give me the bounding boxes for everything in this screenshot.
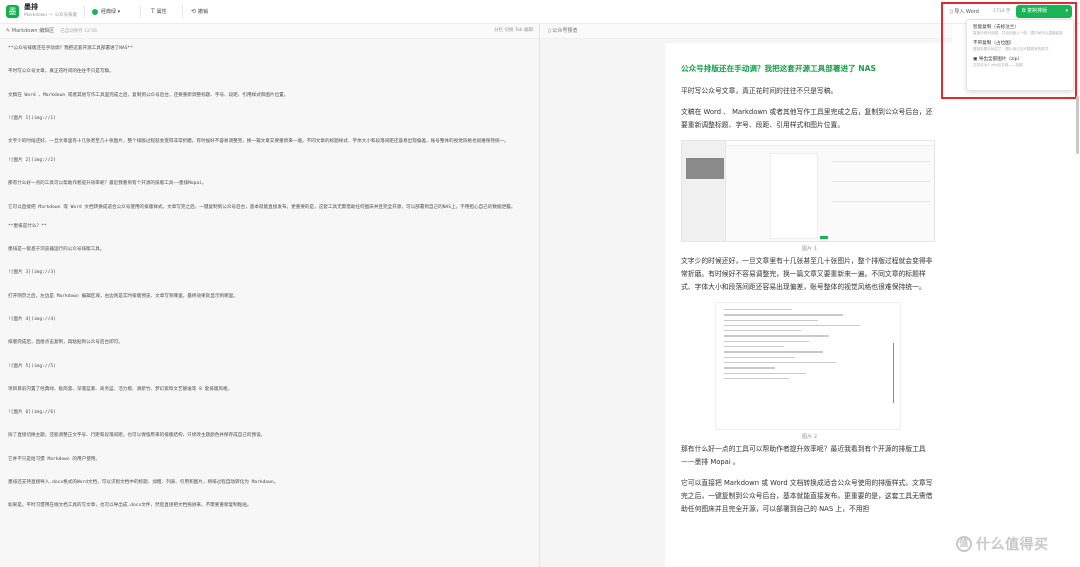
preview-title: 公众号预览	[552, 28, 578, 34]
editor-header: ✎ Markdown 编辑区 已自动保存 12:56 分栏 切换 Tab 编辑	[0, 24, 539, 39]
editor-line: ![图片 4](img://4)	[8, 316, 56, 322]
autosave-status: 已自动保存 12:56	[60, 29, 98, 34]
image-text-line	[724, 324, 860, 327]
toolbar-divider	[84, 5, 85, 18]
image-text-line	[724, 330, 801, 332]
image-text-line	[724, 361, 837, 364]
highlight-annotation-box	[941, 2, 1077, 99]
theme-label: 经典绿	[101, 9, 117, 15]
image-text-line	[724, 335, 830, 337]
editor-line: 墨排是一套基于浏览器运行的公众号排版工具。	[8, 247, 105, 253]
settings-label: 属性	[156, 9, 167, 15]
undo-label: 撤销	[198, 9, 209, 15]
editor-line: **公众号排版还在手动调？我把这套开源工具部署进了NAS**	[8, 46, 134, 51]
phone-preview: 公众号排版还在手动调？我把这套开源工具部署进了 NAS 平时写公众号文章，真正花…	[665, 43, 952, 567]
article-paragraph: 它可以直接把 Markdown 或 Word 文档转换成适合公众号使用的排版样式…	[681, 479, 933, 513]
editor-line: 文字少的时候还好，一旦文章里有十几张甚至几十张图片，整个排版过程就会变得非常折磨…	[8, 139, 509, 145]
toolbar-divider	[140, 5, 141, 18]
editor-line: 如果是，平时习惯用在线文档工具的写文章，也可以导出成.docx文件，然后直接把文…	[8, 503, 252, 509]
image-center-pane	[770, 153, 818, 239]
image-text-line	[832, 201, 930, 202]
article-paragraph: 文稿在 Word 、 Markdown 或者其他写作工具里完成之后，复制到公众号…	[681, 108, 933, 129]
image-text-line	[832, 161, 930, 162]
editor-line: 墨排还支持直接导入.docx格式的Word文档，可以识别文档中的标题、加粗、列表…	[8, 480, 279, 486]
editor-line: 它可以直接把 Markdown 或 Word 文档转换成适合公众号使用的排版样式…	[8, 204, 516, 210]
article-paragraph: 平时写公众号文章，真正花时间的往往不只是写稿。	[681, 87, 838, 95]
article-paragraph: 文字少的时候还好，一旦文章里有十几张甚至几十张图片，整个排版过程就会变得非常折磨…	[681, 257, 933, 291]
image-sidebar	[682, 141, 726, 241]
theme-select[interactable]: 经典绿 ▾	[92, 7, 120, 17]
image-text-line	[724, 319, 818, 321]
watermark-logo-icon: 值	[956, 536, 972, 552]
text-icon: T	[151, 8, 155, 15]
settings-button[interactable]: T 属性	[151, 7, 167, 17]
undo-icon: ⟲	[191, 8, 197, 15]
image-text-line	[724, 367, 775, 369]
editor-view-options[interactable]: 分栏 切换 Tab 编辑	[494, 24, 533, 38]
image-text-line	[832, 181, 930, 182]
editor-line: 它并不只是给习惯 Markdown 的用户使用。	[8, 456, 100, 462]
image-caption: 图片 1	[801, 246, 818, 252]
preview-header: ▯ 公众号预览	[540, 24, 952, 39]
article-image-2	[715, 302, 901, 430]
image-text-line	[724, 346, 784, 348]
theme-color-dot	[92, 8, 98, 15]
watermark: 值什么值得买	[956, 536, 1049, 554]
editor-line: ![图片 3](img://3)	[8, 270, 56, 276]
app-name: 墨排	[24, 3, 38, 11]
watermark-text: 什么值得买	[976, 537, 1049, 553]
toolbar-divider	[182, 5, 183, 18]
editor-line: 打开网页之后，左边是 Markdown 编辑区域，右边则是实时排版预览，文章写到…	[8, 293, 238, 299]
chevron-down-icon: ▾	[117, 9, 121, 15]
editor-line: ![图片 6](img://6)	[8, 410, 56, 416]
app-brand: 墨排 Markdown 一 公众号排版	[24, 3, 77, 19]
editor-line: ![图片 2](img://2)	[8, 158, 56, 164]
editor-line: 除了直接切换主题，还能调整正文字号、行距和段落间距，也可以保留原来的排版结构，只…	[8, 433, 266, 439]
top-toolbar: 墨 墨排 Markdown 一 公众号排版 经典绿 ▾ T 属性 ⟲ 撤销 ▯ 导入…	[0, 0, 1080, 24]
image-text-line	[724, 314, 843, 316]
markdown-editor[interactable]: **公众号排版还在手动调？我把这套开源工具部署进了NAS** 平时写公众号文章，…	[0, 39, 539, 567]
editor-title: Markdown 编辑区	[11, 28, 55, 34]
editor-line: 文稿在 Word 、Markdown 或者其他写作工具里完成之后，复制到公众号后…	[8, 92, 289, 98]
article-paragraph: 那有什么好一点的工具可以帮助作者提升效率呢？最近我看到有个开源的排版工具——墨排…	[681, 445, 926, 466]
article-image-1	[681, 140, 935, 242]
editor-line: 平时写公众号文章，真正花时间的往往不只是写稿。	[8, 69, 114, 75]
editor-line: 项目目前内置了经典绿、极简黑、深邃蓝紫、商务蓝、活力橙、清新竹、梦幻紫和文艺静谧…	[8, 386, 233, 392]
image-text-line	[724, 340, 809, 343]
image-green-button	[820, 236, 828, 239]
editor-line: ![图片 5](img://5)	[8, 363, 56, 369]
editor-line: **墨排是什么？**	[8, 223, 47, 229]
article-title: 公众号排版还在手动调？我把这套开源工具部署进了 NAS	[681, 64, 876, 73]
image-text-line	[724, 377, 789, 380]
editor-line: 那有什么好一点的工具可以帮助作者提升效率呢？最近我看到有个开源的排版工具——墨排…	[8, 181, 207, 187]
editor-line: 排版完成后，直接点击复制，再粘贴到公众号后台即可。	[8, 340, 123, 346]
image-text-line	[724, 372, 806, 374]
image-caption: 图片 2	[801, 434, 818, 440]
app-logo: 墨	[6, 5, 19, 18]
app-subtitle: Markdown 一 公众号排版	[24, 13, 78, 18]
page-scrollbar[interactable]	[1076, 96, 1079, 154]
image-thumbnail	[686, 158, 724, 179]
image-scrollbar	[893, 343, 894, 403]
editor-line: ![图片 1](img://1)	[8, 115, 56, 121]
image-text-line	[724, 351, 823, 353]
image-text-line	[724, 356, 796, 358]
image-text-line	[724, 309, 792, 311]
undo-button[interactable]: ⟲ 撤销	[191, 7, 208, 17]
